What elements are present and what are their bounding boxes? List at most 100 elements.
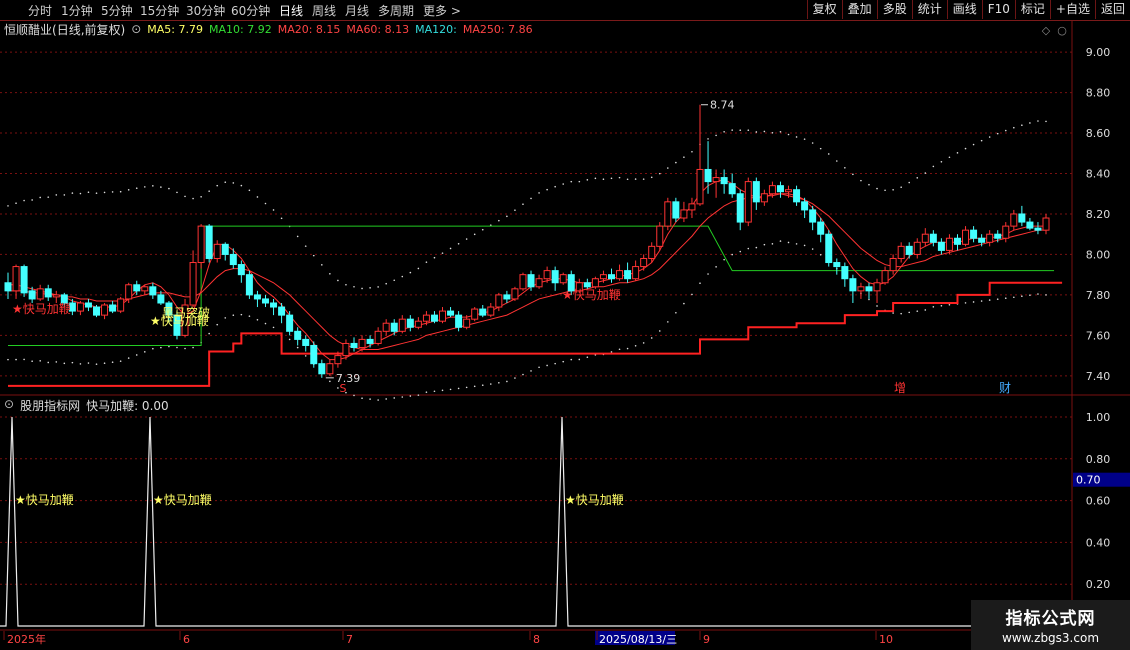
lower-envelope-dot <box>152 347 154 350</box>
candle-body <box>1026 221 1034 229</box>
upper-envelope-dot <box>932 165 935 168</box>
upper-envelope-dot <box>473 233 476 236</box>
upper-envelope-dot <box>602 178 605 180</box>
upper-envelope-dot <box>586 179 589 181</box>
upper-envelope-dot <box>224 181 227 184</box>
upper-envelope-dot <box>715 134 717 137</box>
candle-body <box>302 338 310 346</box>
upper-envelope-dot <box>554 185 556 188</box>
upper-envelope-dot <box>152 185 154 187</box>
period-tab-weekly[interactable]: 周线 <box>312 2 336 19</box>
draw-line-button[interactable]: 画线 <box>946 0 982 19</box>
period-tab-fenshi[interactable]: 分时 <box>28 2 52 19</box>
period-tab-15min[interactable]: 15分钟 <box>140 2 179 19</box>
candle-body <box>785 189 793 193</box>
upper-envelope-dot <box>868 183 870 186</box>
sub-cursor-value: 0.70 <box>1076 474 1101 487</box>
candle-body <box>857 286 865 292</box>
upper-envelope-dot <box>385 282 387 285</box>
price-tick-label: 9.00 <box>1086 46 1111 59</box>
candle-body <box>294 330 302 340</box>
period-tab-monthly[interactable]: 月线 <box>345 2 369 19</box>
upper-envelope-dot <box>763 130 766 133</box>
lower-envelope-dot <box>948 303 951 306</box>
ma5-label: MA5: 7.79 <box>147 22 203 36</box>
lower-envelope-dot <box>506 380 508 383</box>
period-tab-multi[interactable]: 多周期 <box>378 2 414 19</box>
back-button[interactable]: 返回 <box>1094 0 1130 19</box>
candle-body <box>229 253 237 266</box>
upper-envelope-dot <box>425 261 428 263</box>
upper-envelope-dot <box>811 142 814 144</box>
upper-envelope-dot <box>530 197 532 200</box>
lower-envelope-dot <box>699 282 701 284</box>
upper-envelope-dot <box>176 191 178 194</box>
settings-circle-icon[interactable]: ⊙ <box>131 22 141 36</box>
lower-envelope-dot <box>272 326 275 329</box>
upper-envelope-dot <box>127 189 130 191</box>
candle-body <box>221 243 229 255</box>
candle-body <box>680 209 688 219</box>
restore-rights-button[interactable]: 复权 <box>806 0 842 19</box>
period-tab-60min[interactable]: 60分钟 <box>231 2 270 19</box>
date-tick-label: 2025年 <box>7 632 46 646</box>
sub-settings-icon[interactable]: ⊙ <box>4 397 14 414</box>
lower-envelope-dot <box>546 364 548 367</box>
candle-body <box>656 225 664 247</box>
lower-envelope-dot <box>473 385 476 388</box>
upper-envelope-dot <box>457 242 460 245</box>
upper-envelope-dot <box>924 172 927 174</box>
upper-envelope-dot <box>481 228 484 231</box>
lower-envelope-dot <box>393 397 396 399</box>
candle-body <box>358 338 366 348</box>
date-tick-label: 7 <box>346 633 353 646</box>
candle-body <box>599 274 607 280</box>
mark-button[interactable]: 标记 <box>1014 0 1050 19</box>
upper-envelope-dot <box>514 209 516 211</box>
candle-body <box>422 314 430 322</box>
date-tick-label: 10 <box>879 633 893 646</box>
period-tab-daily[interactable]: 日线 <box>279 2 303 19</box>
candle-body <box>559 274 567 284</box>
add-watchlist-button[interactable]: +自选 <box>1049 0 1095 19</box>
upper-envelope-dot <box>779 130 782 133</box>
upper-envelope-dot <box>956 152 959 154</box>
candle-body <box>117 298 125 312</box>
lower-envelope-dot <box>433 390 436 393</box>
upper-envelope-dot <box>272 209 275 211</box>
candle-body <box>760 193 768 203</box>
period-tab-30min[interactable]: 30分钟 <box>186 2 225 19</box>
multi-stock-button[interactable]: 多股 <box>876 0 912 19</box>
lower-envelope-dot <box>916 310 919 312</box>
f10-button[interactable]: F10 <box>981 0 1015 19</box>
overlay-button[interactable]: 叠加 <box>841 0 877 19</box>
lower-envelope-dot <box>329 380 331 383</box>
upper-envelope-dot <box>465 238 468 240</box>
candle-body <box>390 322 398 332</box>
candle-body <box>640 257 648 268</box>
candle-body <box>326 363 334 375</box>
sub-indicator-value: 快马加鞭: 0.00 <box>86 399 169 413</box>
price-tick-label: 7.80 <box>1086 289 1111 302</box>
statistics-button[interactable]: 统计 <box>911 0 947 19</box>
period-tab-5min[interactable]: 5分钟 <box>101 2 133 19</box>
candle-body <box>278 306 286 316</box>
upper-envelope-dot <box>771 131 774 134</box>
lower-envelope-dot <box>55 361 58 363</box>
period-tab-1min[interactable]: 1分钟 <box>61 2 93 19</box>
upper-envelope-dot <box>988 136 991 138</box>
upper-envelope-dot <box>803 138 806 140</box>
candle-body <box>350 342 358 348</box>
candle-body <box>905 245 913 255</box>
lower-envelope-dot <box>71 361 74 364</box>
lower-envelope-dot <box>240 313 243 316</box>
upper-envelope-dot <box>248 189 251 192</box>
upper-envelope-dot <box>321 264 323 266</box>
candle-body <box>342 342 350 357</box>
sub-signal-label: ★快马加鞭 <box>565 493 624 507</box>
period-tab-more[interactable]: 更多 > <box>423 2 461 19</box>
candle-body <box>873 282 881 292</box>
lower-envelope-dot <box>232 314 235 316</box>
upper-envelope-dot <box>15 202 17 204</box>
date-tick-label: 2025/08/13/三 <box>599 633 677 646</box>
